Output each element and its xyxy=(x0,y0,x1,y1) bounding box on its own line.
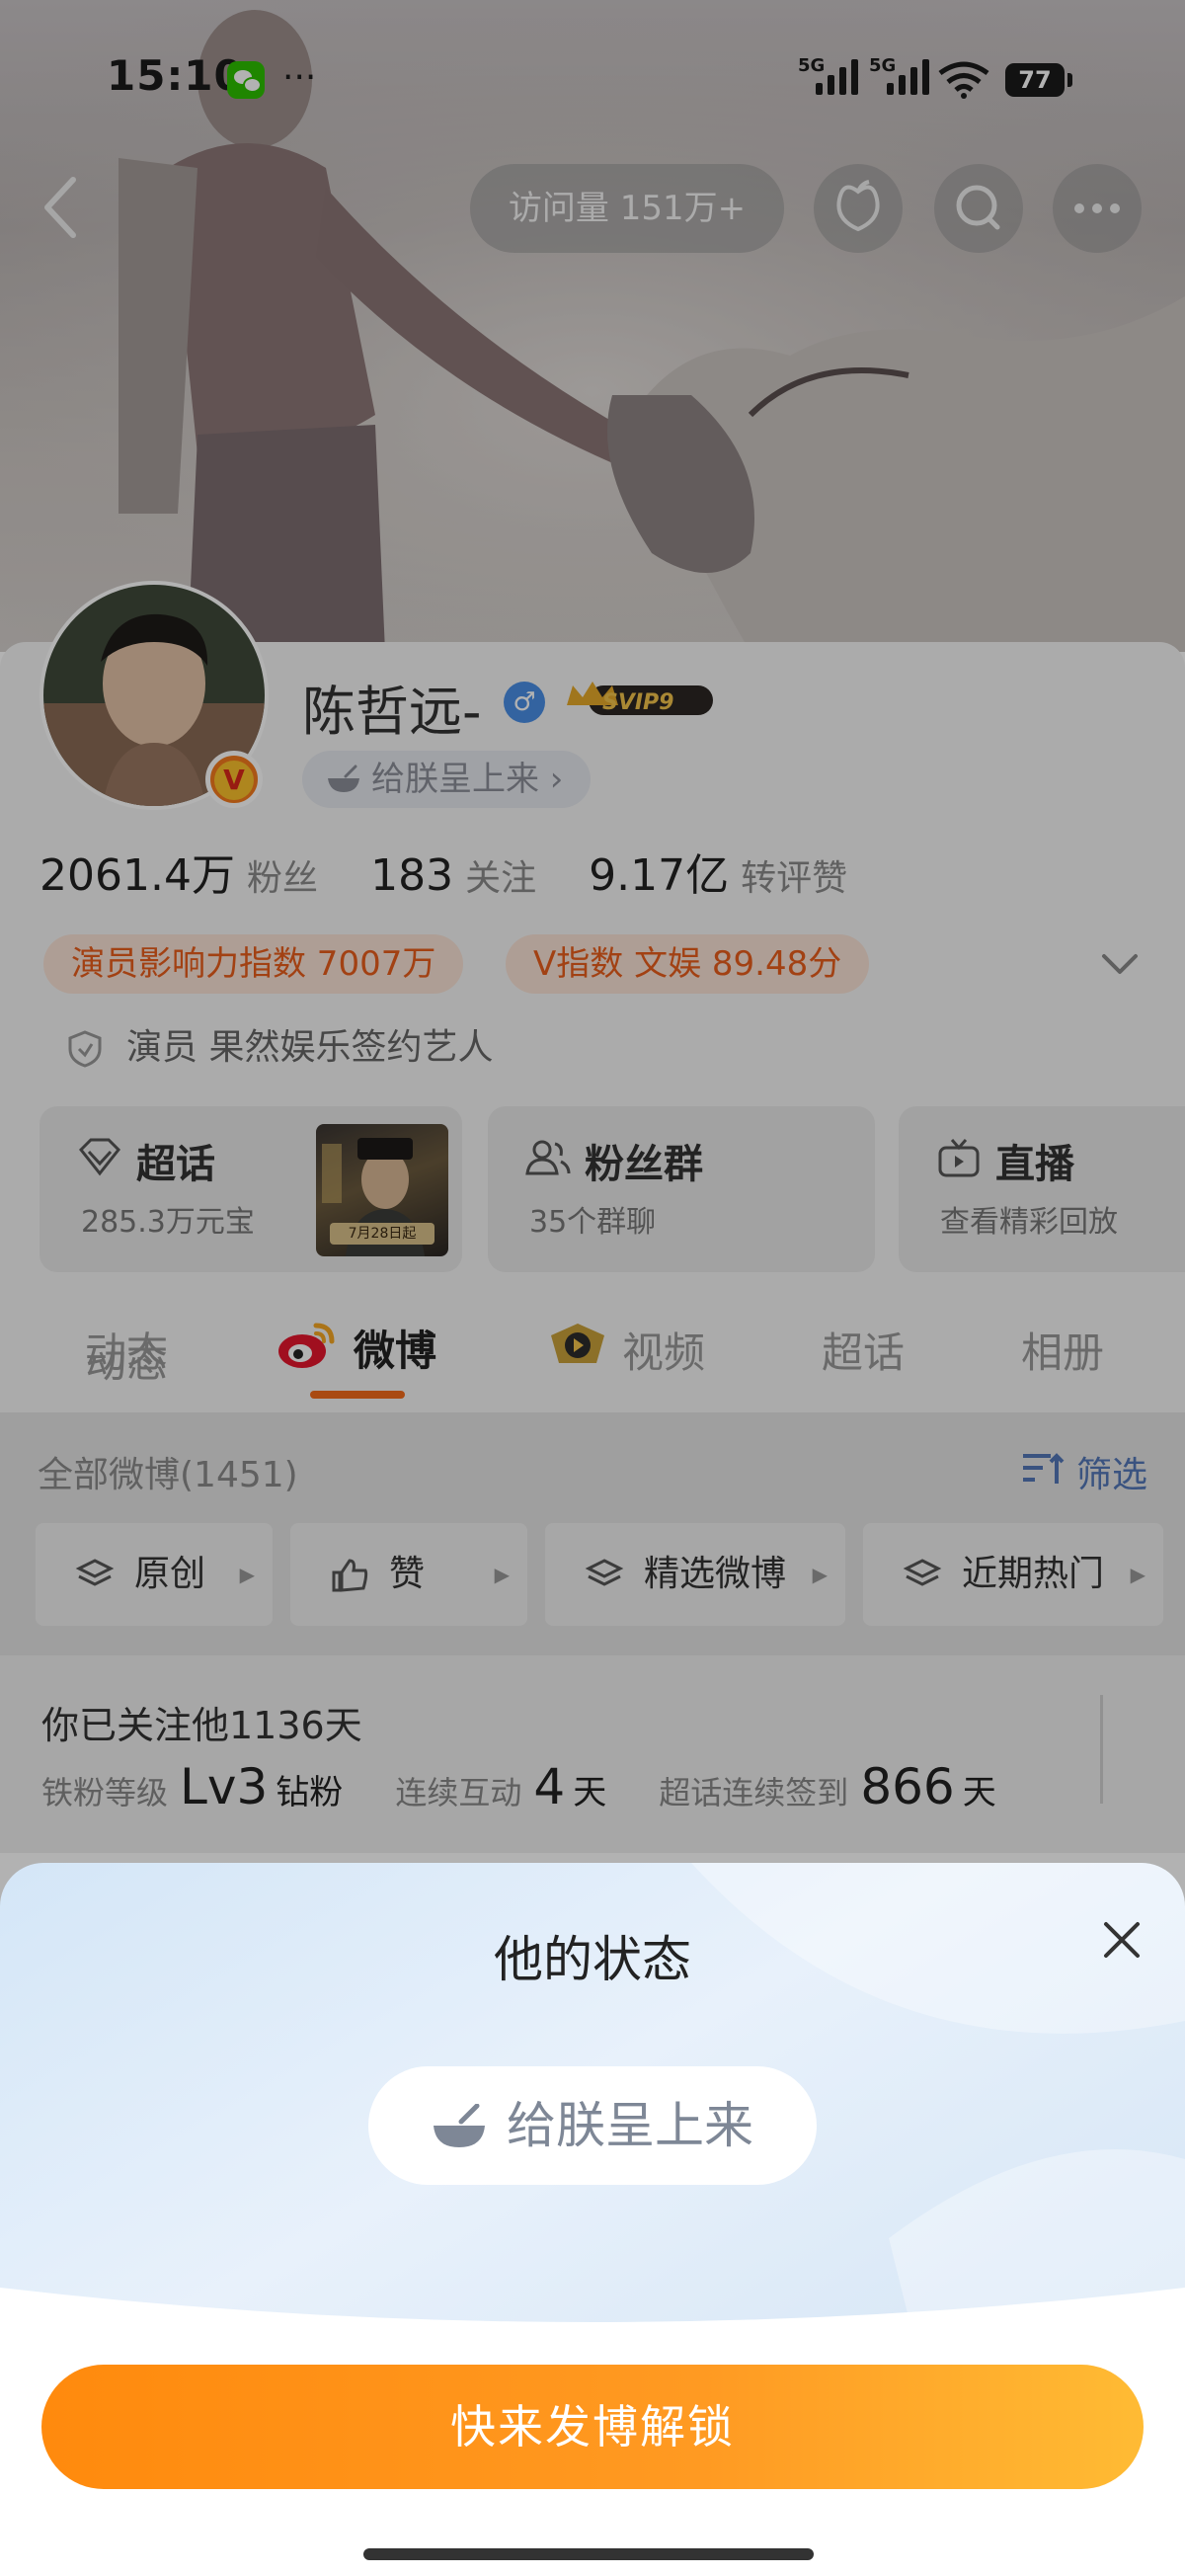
close-icon[interactable] xyxy=(1094,1912,1149,1968)
post-to-unlock-button[interactable]: 快来发博解锁 xyxy=(41,2365,1144,2489)
status-pill-text: 给朕呈上来 xyxy=(507,2097,753,2154)
status-pill: 给朕呈上来 xyxy=(368,2066,817,2185)
home-indicator[interactable] xyxy=(363,2548,814,2560)
bowl-icon xyxy=(434,2104,485,2147)
sheet-title: 他的状态 xyxy=(494,1931,691,1988)
